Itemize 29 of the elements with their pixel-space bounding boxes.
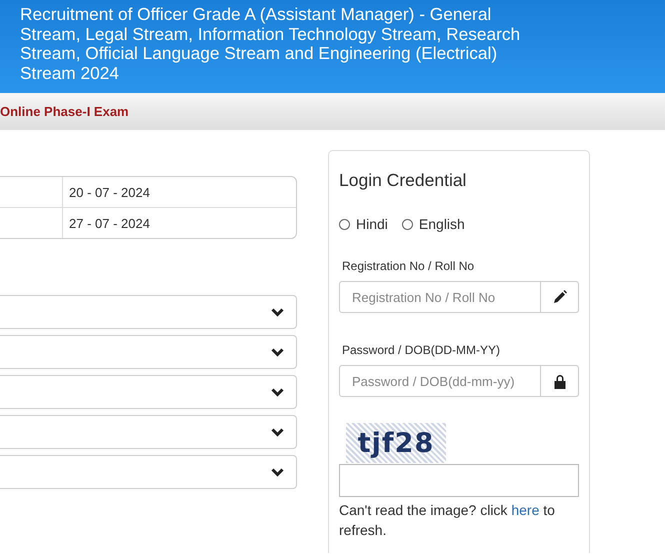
pencil-icon: [552, 290, 566, 304]
captcha-input[interactable]: [339, 464, 579, 497]
input-field[interactable]: Registration No / Roll No: [339, 281, 541, 313]
field-label: Registration No / Roll No: [342, 259, 476, 273]
exam-title: Online Phase-I Exam: [0, 104, 129, 119]
dropdown-select[interactable]: [0, 375, 297, 409]
page-title: Recruitment of Officer Grade A (Assistant Manager) - General Stream, Legal Stream, Information Technology Stream, Research Stream, Official Language Stream and Engineering (Electrical) Stream 2024: [20, 5, 522, 83]
chevron-down-icon: [271, 347, 284, 357]
login-title: Login Credential: [339, 170, 468, 191]
date-cell: 27 - 07 - 2024: [62, 207, 296, 238]
dropdown-select[interactable]: [0, 295, 297, 329]
lock-icon: [554, 374, 566, 388]
field-label: Password / DOB(DD-MM-YY): [342, 343, 502, 357]
input-field[interactable]: Password / DOB(dd-mm-yy): [339, 365, 541, 397]
radio-label: English: [418, 216, 465, 232]
dropdown-select[interactable]: [0, 335, 297, 369]
dropdown-select[interactable]: [0, 415, 297, 449]
chevron-down-icon: [271, 307, 284, 317]
date-cell: 20 - 07 - 2024: [62, 177, 296, 207]
radio-button[interactable]: [339, 218, 350, 230]
captcha-image: tjf28: [346, 423, 446, 463]
dropdown-select[interactable]: [0, 455, 297, 489]
chevron-down-icon: [271, 387, 284, 397]
refresh-link[interactable]: here: [511, 502, 540, 518]
chevron-down-icon: [271, 467, 284, 477]
radio-label: Hindi: [356, 216, 388, 232]
radio-button[interactable]: [402, 218, 413, 230]
chevron-down-icon: [271, 427, 284, 437]
help-text: Can't read the image? click here to refresh.: [339, 501, 556, 540]
